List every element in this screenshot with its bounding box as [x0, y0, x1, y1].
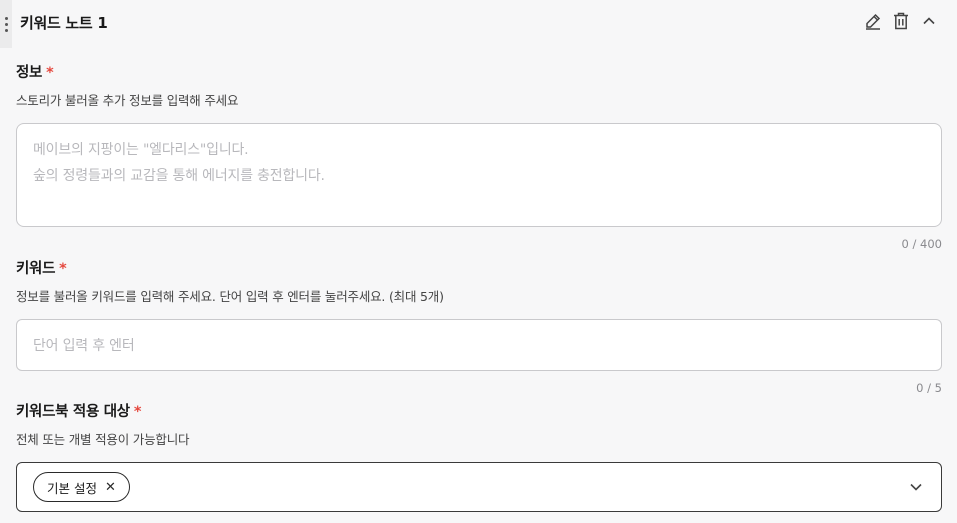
info-label-text: 정보: [16, 65, 43, 81]
info-description: 스토리가 불러올 추가 정보를 입력해 주세요: [16, 93, 239, 108]
chevron-down-icon: [910, 483, 922, 491]
chip-remove-icon[interactable]: ✕: [105, 481, 116, 494]
required-mark: *: [59, 261, 67, 277]
collapse-button[interactable]: [919, 10, 939, 32]
delete-button[interactable]: [891, 10, 911, 32]
keyword-note-panel: 키워드 노트 1 정보 * 스토리가 불러올 추가 정보를 입력해 주세요 메이…: [0, 0, 957, 523]
info-placeholder-line1: 메이브의 지팡이는 "엘다리스"입니다.: [33, 142, 249, 158]
target-section: 키워드북 적용 대상 * 전체 또는 개별 적용이 가능합니다 기본 설정 ✕: [16, 400, 942, 512]
drag-dot: [4, 16, 8, 20]
selected-chip[interactable]: 기본 설정 ✕: [33, 472, 130, 502]
target-description: 전체 또는 개별 적용이 가능합니다: [16, 432, 190, 447]
required-mark: *: [133, 404, 142, 420]
drag-dot: [4, 28, 8, 32]
info-label: 정보 *: [16, 61, 942, 82]
info-section: 정보 * 스토리가 불러올 추가 정보를 입력해 주세요 메이브의 지팡이는 "엘…: [16, 61, 942, 251]
drag-handle[interactable]: [0, 0, 12, 48]
dropdown-toggle[interactable]: [907, 478, 925, 496]
header-actions: [863, 10, 939, 32]
target-select[interactable]: 기본 설정 ✕: [16, 462, 942, 512]
keyword-counter: 0 / 5: [916, 381, 942, 395]
keyword-label: 키워드 *: [16, 257, 942, 278]
keyword-section: 키워드 * 정보를 불러올 키워드를 입력해 주세요. 단어 입력 후 엔터를 눌…: [16, 257, 942, 395]
trash-icon: [894, 12, 908, 30]
keyword-placeholder: 단어 입력 후 엔터: [33, 338, 135, 354]
keyword-description: 정보를 불러올 키워드를 입력해 주세요. 단어 입력 후 엔터를 눌러주세요.…: [16, 289, 444, 304]
info-placeholder-line2: 숲의 정령들과의 교감을 통해 에너지를 충전합니다.: [33, 168, 325, 184]
required-mark: *: [46, 65, 54, 81]
chip-label: 기본 설정: [47, 480, 97, 496]
edit-button[interactable]: [863, 10, 883, 32]
info-char-counter: 0 / 400: [901, 237, 942, 251]
info-textarea[interactable]: 메이브의 지팡이는 "엘다리스"입니다. 숲의 정령들과의 교감을 통해 에너지…: [16, 123, 942, 227]
target-label: 키워드북 적용 대상 *: [16, 400, 942, 421]
keyword-label-text: 키워드: [16, 261, 56, 277]
pencil-icon: [866, 13, 881, 30]
chevron-up-icon: [923, 17, 935, 25]
keyword-input[interactable]: 단어 입력 후 엔터: [16, 319, 942, 371]
note-title: 키워드 노트 1: [20, 14, 108, 32]
target-label-text: 키워드북 적용 대상: [16, 404, 130, 420]
drag-dot: [4, 22, 8, 26]
